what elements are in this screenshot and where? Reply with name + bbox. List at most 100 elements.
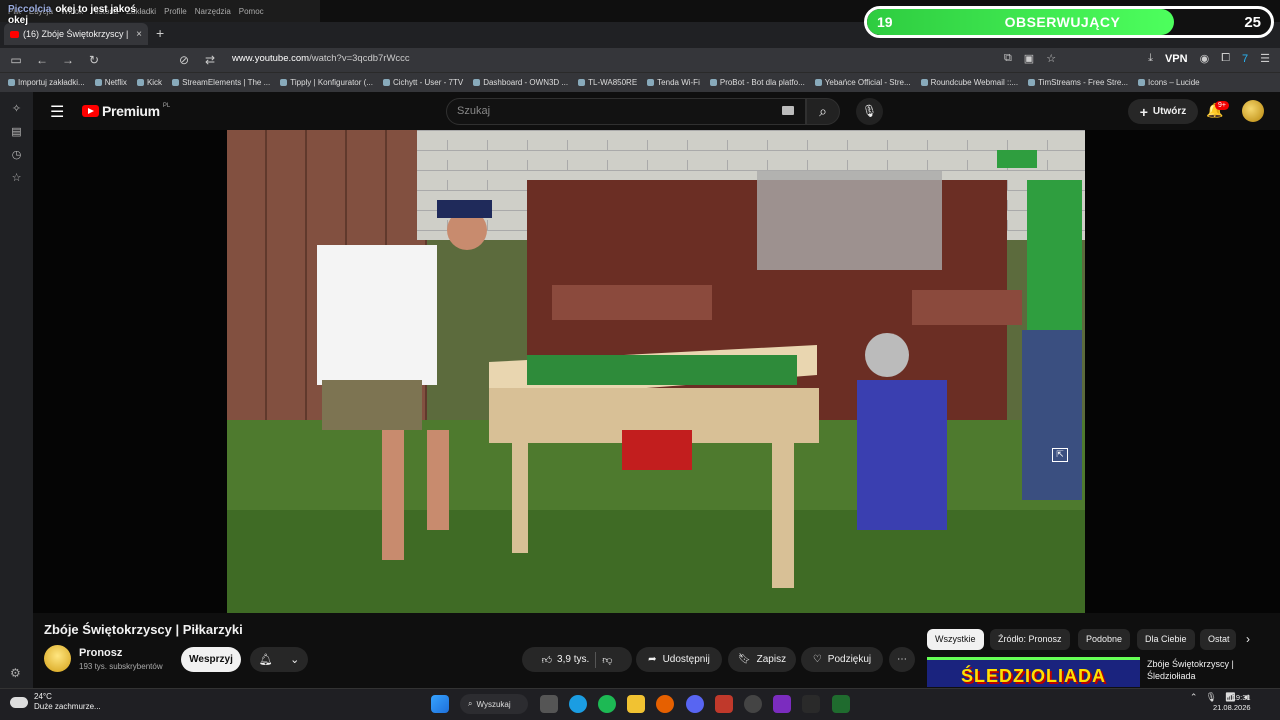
keyboard-icon[interactable] bbox=[782, 106, 794, 115]
video-frame[interactable] bbox=[227, 130, 1085, 613]
taskbar-search[interactable]: ⌕ Wyszukaj bbox=[460, 694, 528, 714]
spotify-icon[interactable] bbox=[598, 695, 616, 713]
xbox-icon[interactable] bbox=[832, 695, 850, 713]
share-button[interactable]: ➦ Udostępnij bbox=[636, 647, 722, 672]
bookmark-item[interactable]: ProBot - Bot dla platfo... bbox=[709, 78, 805, 87]
chevron-right-icon[interactable]: › bbox=[1246, 632, 1250, 646]
edge-icon[interactable] bbox=[569, 695, 587, 713]
chip-for-you[interactable]: Dla Ciebie bbox=[1137, 629, 1195, 650]
support-button[interactable]: Wesprzyj bbox=[181, 647, 241, 672]
bookmark-star-icon[interactable]: ☆ bbox=[1046, 52, 1056, 65]
dislike-button[interactable]: 👎︎ bbox=[602, 654, 612, 666]
download-icon[interactable]: ⤓ bbox=[1148, 52, 1153, 65]
thanks-button[interactable]: ♡ Podziękuj bbox=[801, 647, 883, 672]
history-icon[interactable]: ◷ bbox=[12, 148, 22, 161]
bookmark-icon: 🔖︎ bbox=[737, 654, 751, 665]
file-explorer-icon[interactable] bbox=[627, 695, 645, 713]
bookmark-item[interactable]: Dashboard - OWN3D ... bbox=[473, 78, 568, 87]
bookmark-favicon-icon bbox=[382, 79, 390, 86]
chip-all[interactable]: Wszystkie bbox=[927, 629, 984, 650]
bookmark-item[interactable]: Importuj zakładki... bbox=[8, 78, 85, 87]
wallet-icon[interactable]: ◉ bbox=[1200, 52, 1210, 65]
arrow-app-icon[interactable] bbox=[802, 695, 820, 713]
close-tab-icon[interactable]: × bbox=[136, 29, 142, 40]
bookmark-item[interactable]: Roundcube Webmail ::... bbox=[920, 78, 1018, 87]
app-grid-icon[interactable] bbox=[773, 695, 791, 713]
weather-widget[interactable]: 24°C Duże zachmurze... bbox=[10, 692, 101, 712]
notification-count-badge: 9+ bbox=[1215, 101, 1229, 110]
search-input[interactable]: Szukaj bbox=[446, 98, 806, 125]
favorites-icon[interactable]: ☆ bbox=[12, 171, 22, 184]
new-tab-button[interactable]: + bbox=[156, 25, 164, 41]
follower-goal-widget: 19 OBSERWUJĄCY 25 bbox=[864, 6, 1274, 38]
back-icon[interactable]: ← bbox=[32, 53, 52, 67]
discord-icon[interactable] bbox=[686, 695, 704, 713]
search-button[interactable]: ⌕ bbox=[806, 98, 840, 125]
menu-item-tools[interactable]: Narzędzia bbox=[195, 7, 231, 16]
browser-menu-icon[interactable]: ☰ bbox=[1260, 52, 1270, 65]
save-button[interactable]: 🔖︎ Zapisz bbox=[728, 647, 796, 672]
related-video-title[interactable]: Zbóje Świętokrzyscy | Śledziołiada bbox=[1147, 658, 1277, 682]
bookmark-item[interactable]: Icons – Lucide bbox=[1138, 78, 1200, 87]
7tv-extension-icon[interactable]: 7 bbox=[1242, 53, 1248, 65]
install-app-icon[interactable]: ▣ bbox=[1024, 52, 1034, 65]
youtube-premium-logo[interactable]: Premium PL bbox=[82, 103, 170, 119]
firefox-icon[interactable] bbox=[656, 695, 674, 713]
sidebar-toggle-icon[interactable]: ▭ bbox=[6, 53, 26, 67]
chevron-up-icon[interactable]: ⌃ bbox=[1190, 692, 1198, 703]
obs-app-icon[interactable] bbox=[715, 695, 733, 713]
bookmark-item[interactable]: Cichytt - User - 7TV bbox=[382, 78, 463, 87]
voice-search-button[interactable]: 🎙 bbox=[856, 98, 883, 125]
chip-source[interactable]: Źródło: Pronosz bbox=[990, 629, 1070, 650]
bookmark-item[interactable]: Netflix bbox=[94, 78, 127, 87]
channel-avatar[interactable] bbox=[44, 645, 71, 672]
task-view-icon[interactable] bbox=[540, 695, 558, 713]
tab-title: (16) Zbóje Świętokrzyscy | Piłka bbox=[23, 29, 131, 39]
subscriber-count: 193 tys. subskrybentów bbox=[79, 662, 163, 671]
subscribed-button[interactable]: 🔔︎ ⌄ bbox=[250, 647, 308, 672]
browser-tab-active[interactable]: (16) Zbóje Świętokrzyscy | Piłka × bbox=[4, 23, 148, 45]
menu-item-profiles[interactable]: Profile bbox=[164, 7, 187, 16]
create-button[interactable]: + Utwórz bbox=[1128, 99, 1198, 124]
bookmark-item[interactable]: Tipply | Konfigurator (... bbox=[280, 78, 373, 87]
browser-side-panel: ✧ ▤ ◷ ☆ bbox=[0, 92, 33, 688]
forward-icon[interactable]: → bbox=[58, 53, 78, 67]
reload-icon[interactable]: ↻ bbox=[84, 53, 104, 67]
taskbar-clock[interactable]: 19:31 21.08.2026 bbox=[1213, 693, 1251, 713]
account-avatar[interactable] bbox=[1242, 100, 1264, 122]
chip-similar[interactable]: Podobne bbox=[1078, 629, 1131, 650]
bookmark-item[interactable]: Yebańce Official - Stre... bbox=[814, 78, 911, 87]
translate-icon[interactable]: ⇄ bbox=[200, 53, 220, 67]
side-panel-settings-icon[interactable]: ⚙ bbox=[10, 666, 21, 680]
reading-list-icon[interactable]: ▤ bbox=[11, 125, 21, 138]
more-actions-button[interactable]: ⋯ bbox=[889, 647, 915, 672]
bookmark-favicon-icon bbox=[709, 79, 717, 86]
menu-icon[interactable]: ☰ bbox=[50, 102, 64, 122]
bookmark-item[interactable]: Kick bbox=[136, 78, 162, 87]
vpn-badge[interactable]: VPN bbox=[1165, 53, 1188, 65]
related-video-thumbnail[interactable]: ŚLEDZIOLIADA bbox=[927, 657, 1140, 687]
screenshot-icon[interactable]: ⧉ bbox=[1004, 52, 1012, 65]
bookmark-label: Icons – Lucide bbox=[1148, 78, 1200, 87]
bookmarks-bar: Importuj zakładki... Netflix Kick StreamEle… bbox=[0, 72, 1280, 92]
chip-recent[interactable]: Ostat bbox=[1200, 629, 1236, 650]
video-scene-illustration bbox=[227, 130, 1085, 613]
miniplayer-icon[interactable]: ⇱ bbox=[1052, 448, 1068, 462]
ai-sparkle-icon[interactable]: ✧ bbox=[12, 102, 21, 115]
extensions-icon[interactable]: ⧠ bbox=[1221, 52, 1230, 65]
like-button[interactable]: 👍︎ 3,9 tys. bbox=[542, 654, 590, 666]
site-info-icon[interactable]: ⊘ bbox=[174, 53, 194, 67]
bookmark-item[interactable]: TL-WA850RE bbox=[578, 78, 637, 87]
bookmark-item[interactable]: StreamElements | The ... bbox=[172, 78, 270, 87]
bookmark-item[interactable]: TimStreams - Free Stre... bbox=[1028, 78, 1128, 87]
bookmark-item[interactable]: Tenda Wi-Fi bbox=[647, 78, 700, 87]
bookmark-label: Yebańce Official - Stre... bbox=[824, 78, 911, 87]
menu-item-help[interactable]: Pomoc bbox=[239, 7, 264, 16]
url-path: /watch?v=3qcdb7rWccc bbox=[309, 53, 410, 64]
url-field[interactable]: www.youtube.com/watch?v=3qcdb7rWccc bbox=[232, 53, 410, 64]
channel-name[interactable]: Pronosz bbox=[79, 647, 122, 659]
like-dislike-group: 👍︎ 3,9 tys. 👎︎ bbox=[522, 647, 632, 672]
chatgpt-icon[interactable] bbox=[744, 695, 762, 713]
windows-start-icon[interactable] bbox=[431, 695, 449, 713]
save-label: Zapisz bbox=[756, 654, 787, 665]
